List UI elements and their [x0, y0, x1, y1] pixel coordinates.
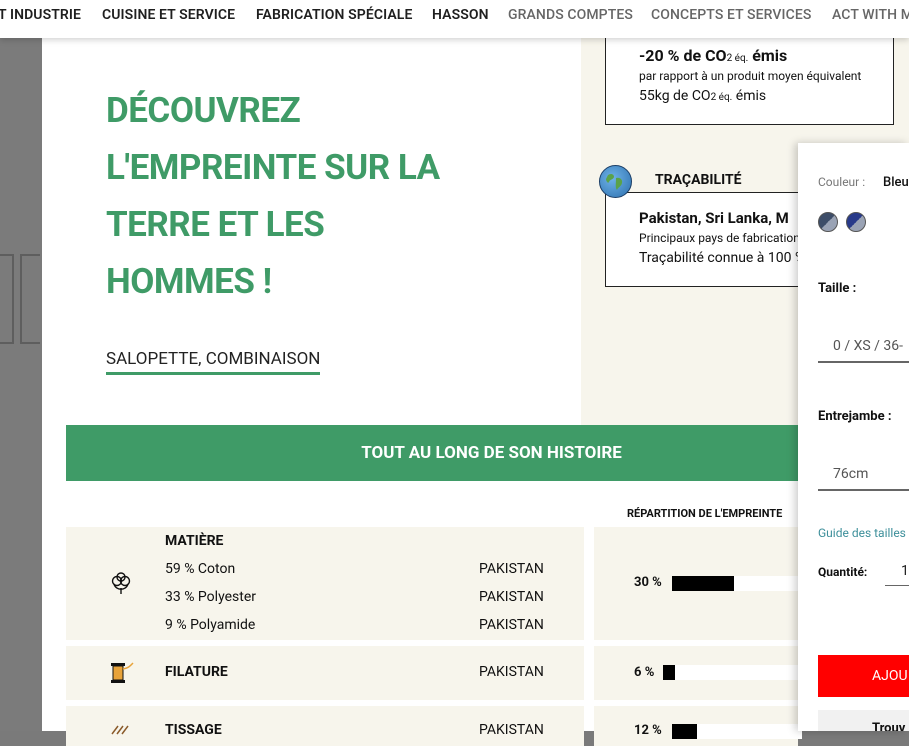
inseam-label: Entrejambe :	[818, 409, 892, 424]
material-line: 33 % Polyester	[165, 589, 256, 605]
co2-value: -20 % de CO2 éq. émis	[639, 46, 788, 65]
backdrop-overlay[interactable]	[0, 38, 42, 731]
impact-bar-fill	[672, 576, 734, 591]
spool-icon	[107, 660, 135, 690]
globe-icon	[599, 165, 632, 198]
nav-item-cuisine[interactable]: CUISINE ET SERVICE	[102, 7, 235, 23]
step-country: PAKISTAN	[479, 722, 544, 738]
nav-item-industrie[interactable]: T INDUSTRIE	[0, 7, 81, 23]
impact-bar-fill	[663, 665, 676, 680]
nav-item-hasson[interactable]: HASSON	[432, 7, 489, 23]
co2-description: par rapport à un produit moyen équivalen…	[639, 69, 862, 83]
impact-bar	[672, 724, 802, 739]
cotton-icon	[108, 571, 134, 601]
weaving-icon	[108, 720, 134, 739]
color-value: Bleu	[883, 175, 909, 190]
history-banner-label: TOUT AU LONG DE SON HISTOIRE	[361, 443, 622, 463]
page-title: DÉCOUVREZ L'EMPREINTE SUR LA TERRE ET LE…	[106, 90, 440, 302]
nav-item-act[interactable]: ACT WITH M	[832, 7, 909, 23]
inseam-select-value[interactable]: 76cm	[833, 466, 868, 482]
find-store-label[interactable]: Trouv	[872, 721, 905, 731]
step-name-matiere: MATIÈRE	[165, 533, 224, 549]
background-card-outline	[20, 254, 40, 344]
product-category: SALOPETTE, COMBINAISON	[106, 349, 321, 375]
color-swatch-blue-gray[interactable]	[818, 212, 838, 232]
size-label: Taille :	[818, 281, 857, 296]
quantity-label: Quantité:	[818, 565, 868, 579]
material-country: PAKISTAN	[479, 617, 544, 633]
material-country: PAKISTAN	[479, 561, 544, 577]
quantity-value[interactable]: 1	[901, 563, 909, 579]
step-name-tissage: TISSAGE	[165, 722, 222, 738]
impact-bar	[663, 665, 803, 680]
add-to-cart-label[interactable]: AJOU	[872, 668, 908, 684]
nav-item-grands-comptes[interactable]: GRANDS COMPTES	[508, 7, 633, 23]
impact-bar	[672, 576, 802, 591]
step-name-filature: FILATURE	[165, 664, 228, 680]
nav-item-concepts[interactable]: CONCEPTS ET SERVICES	[651, 7, 811, 23]
material-line: 9 % Polyamide	[165, 617, 256, 633]
top-nav: T INDUSTRIE CUISINE ET SERVICE FABRICATI…	[0, 0, 909, 38]
tracability-percentage: Traçabilité connue à 100 %	[639, 250, 806, 266]
color-label: Couleur :	[818, 175, 866, 189]
product-options-panel: Couleur : Bleu Taille : 0 / XS / 36- Ent…	[798, 143, 909, 731]
background-card-outline	[0, 254, 14, 344]
nav-item-fabrication[interactable]: FABRICATION SPÉCIALE	[256, 7, 412, 23]
step-country: PAKISTAN	[479, 664, 544, 680]
material-line: 59 % Coton	[165, 561, 236, 577]
tracability-description: Principaux pays de fabrication	[639, 231, 800, 245]
color-swatch-blue-navy[interactable]	[846, 212, 866, 232]
pct-label: 30 %	[634, 575, 662, 590]
pct-label: 6 %	[634, 665, 655, 680]
material-country: PAKISTAN	[479, 589, 544, 605]
size-guide-link[interactable]: Guide des tailles	[818, 526, 906, 540]
co2-amount: 55kg de CO2 éq. émis	[639, 88, 767, 104]
tracability-label: TRAÇABILITÉ	[651, 172, 746, 188]
impact-bar-fill	[672, 724, 697, 739]
tracability-countries: Pakistan, Sri Lanka, M	[639, 209, 789, 227]
repartition-label: RÉPARTITION DE L'EMPREINTE	[627, 507, 783, 520]
size-select-value[interactable]: 0 / XS / 36-	[833, 338, 903, 354]
